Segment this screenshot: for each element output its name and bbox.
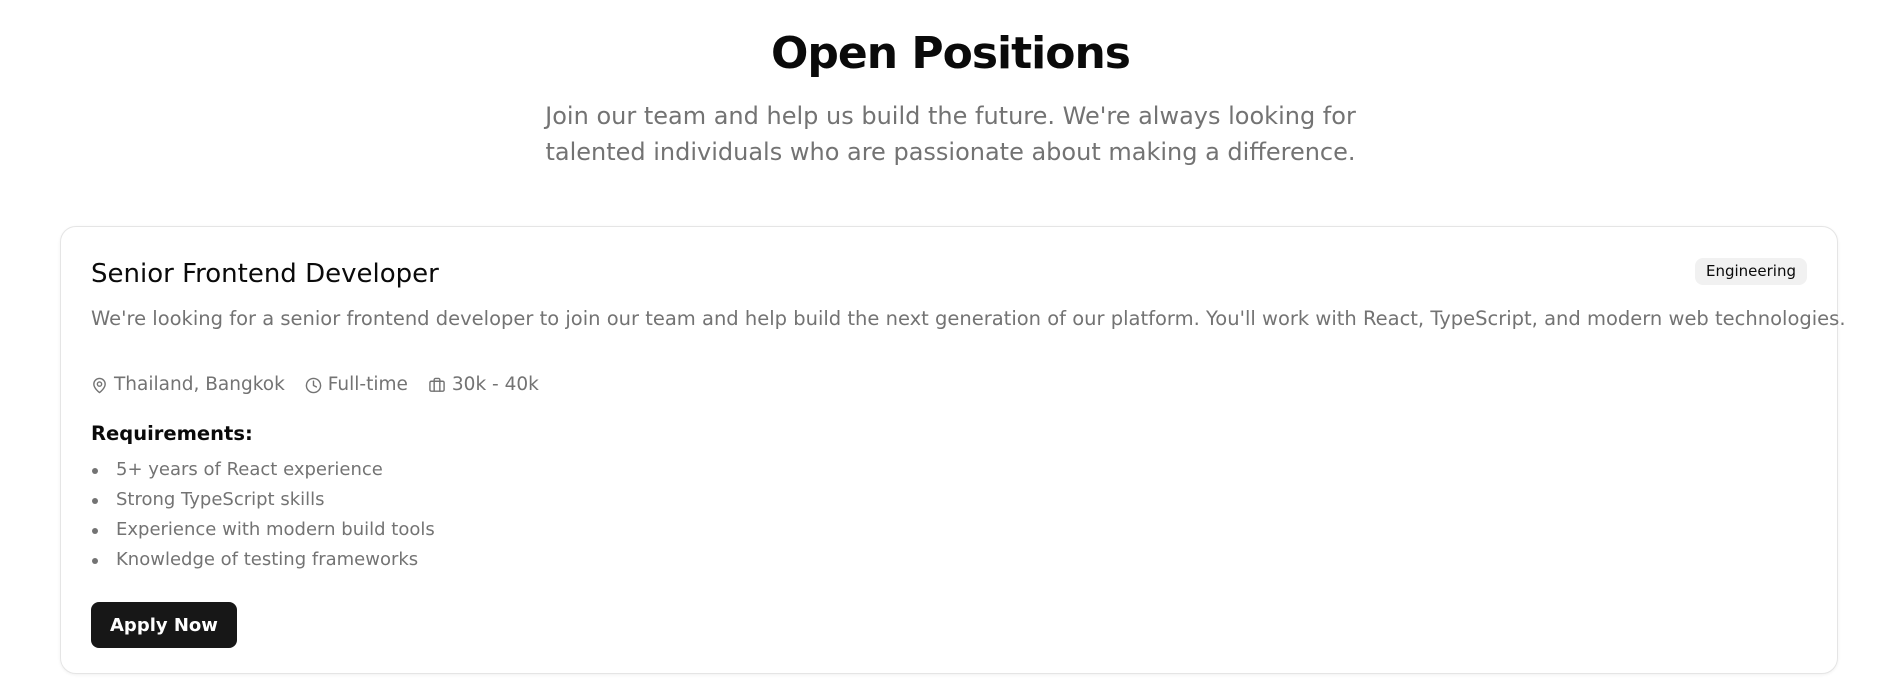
briefcase-icon <box>428 377 446 394</box>
job-description: We're looking for a senior frontend deve… <box>91 307 1846 330</box>
requirements-heading: Requirements: <box>91 422 253 445</box>
job-salary: 30k - 40k <box>428 372 539 398</box>
requirement-item: 5+ years of React experience <box>91 455 435 485</box>
clock-icon <box>305 377 322 394</box>
job-location-text: Thailand, Bangkok <box>114 374 285 395</box>
page-subtitle-line: Join our team and help us build the futu… <box>545 102 1356 130</box>
page-subtitle: Join our team and help us build the futu… <box>0 98 1901 170</box>
job-salary-text: 30k - 40k <box>451 374 539 395</box>
job-card: Senior Frontend Developer Engineering We… <box>60 226 1846 674</box>
job-employment-type-text: Full-time <box>327 374 408 395</box>
requirement-item: Strong TypeScript skills <box>91 485 435 515</box>
job-employment-type: Full-time <box>305 372 408 398</box>
requirement-item: Experience with modern build tools <box>91 515 435 545</box>
job-meta: Thailand, Bangkok Full-time 30k - 40k <box>91 372 539 398</box>
page-subtitle-line: talented individuals who are passionate … <box>545 138 1356 166</box>
job-title: Senior Frontend Developer <box>91 259 439 289</box>
job-location: Thailand, Bangkok <box>91 372 285 398</box>
page-title: Open Positions <box>771 28 1131 79</box>
apply-now-button[interactable]: Apply Now <box>91 602 237 648</box>
requirement-item: Knowledge of testing frameworks <box>91 545 435 575</box>
map-pin-icon <box>91 377 108 394</box>
requirements-list: 5+ years of React experience Strong Type… <box>91 455 435 575</box>
department-badge: Engineering <box>1695 258 1807 285</box>
